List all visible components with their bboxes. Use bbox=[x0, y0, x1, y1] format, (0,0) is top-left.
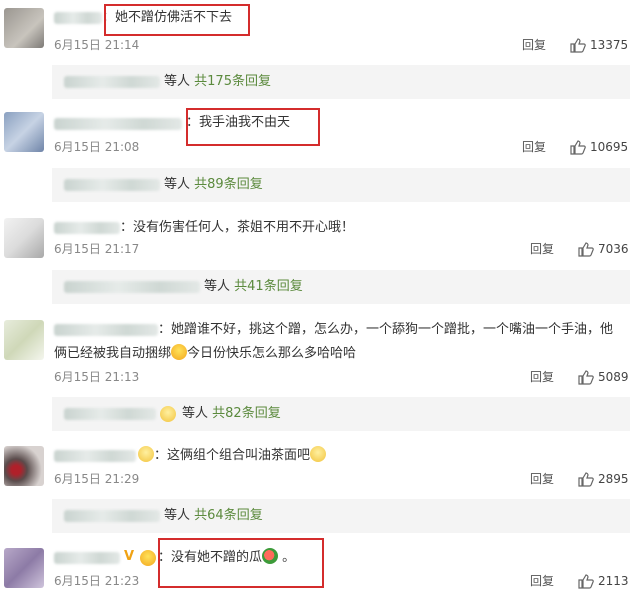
reply-button[interactable]: 回复 bbox=[530, 369, 554, 385]
comment-time: 6月15日 21:23 bbox=[54, 574, 140, 588]
vip-badge: V bbox=[124, 549, 135, 564]
reply-button[interactable]: 回复 bbox=[530, 573, 554, 589]
sub-reply-summary: 等人 共89条回复 bbox=[164, 177, 263, 193]
comment-time: 6月15日 21:17 bbox=[54, 242, 140, 256]
like-button[interactable]: 13375 bbox=[570, 37, 628, 53]
smile-emoji-icon bbox=[310, 446, 327, 462]
comment-text-part: 俩已经被我自动捆绑 bbox=[54, 346, 172, 361]
avatar[interactable] bbox=[4, 8, 44, 48]
sub-reply-summary: 等人 共175条回复 bbox=[164, 74, 271, 90]
comment-text-line2: 俩已经被我自动捆绑 今日份快乐怎么那么多哈哈哈 bbox=[54, 344, 356, 364]
like-button[interactable]: 7036 bbox=[578, 241, 629, 257]
sub-reply-count[interactable]: 共175条回复 bbox=[194, 74, 271, 89]
highlight-box bbox=[158, 538, 324, 588]
comment-text: ：没有伤害任何人，茶姐不用不开心哦！ bbox=[120, 220, 355, 235]
username[interactable] bbox=[64, 179, 160, 191]
sub-reply-prefix: 等人 bbox=[164, 508, 191, 523]
username[interactable] bbox=[54, 12, 102, 24]
highlight-box bbox=[186, 108, 320, 146]
sub-reply-count[interactable]: 共89条回复 bbox=[194, 177, 263, 192]
highlight-box bbox=[104, 4, 250, 36]
avatar[interactable] bbox=[4, 112, 44, 152]
username[interactable] bbox=[64, 510, 160, 522]
username[interactable] bbox=[54, 324, 158, 336]
sub-reply-prefix: 等人 bbox=[164, 177, 191, 192]
comment-text: ：这俩组个组合叫油茶面吧 bbox=[154, 448, 311, 463]
sub-reply-count[interactable]: 共82条回复 bbox=[212, 406, 281, 421]
username[interactable] bbox=[54, 222, 120, 234]
username[interactable] bbox=[54, 450, 136, 462]
comment-time: 6月15日 21:29 bbox=[54, 472, 140, 486]
reply-button[interactable]: 回复 bbox=[522, 37, 546, 53]
reply-button[interactable]: 回复 bbox=[530, 471, 554, 487]
username[interactable] bbox=[64, 76, 160, 88]
comment-text-line1: ：她蹭谁不好，挑这个蹭，怎么办，一个舔狗一个蹭批，一个嘴油一个手油，他 bbox=[158, 322, 614, 337]
sub-reply-count[interactable]: 共41条回复 bbox=[234, 279, 303, 294]
username[interactable] bbox=[54, 118, 182, 130]
sub-reply-summary: 等人 共64条回复 bbox=[164, 508, 263, 524]
sub-reply-summary: 等人 共41条回复 bbox=[204, 279, 303, 295]
sub-reply-summary: 等人 共82条回复 bbox=[182, 406, 281, 422]
thumbs-up-icon bbox=[578, 471, 594, 487]
thumbs-up-icon bbox=[578, 369, 594, 385]
emoji-icon bbox=[140, 550, 156, 566]
thumbs-up-icon bbox=[570, 37, 586, 53]
like-button[interactable]: 10695 bbox=[570, 139, 628, 155]
sub-reply-bar[interactable]: 等人 共89条回复 bbox=[52, 168, 630, 202]
comment-text-line: ：这俩组个组合叫油茶面吧 bbox=[138, 446, 327, 466]
sub-reply-prefix: 等人 bbox=[164, 74, 191, 89]
comment-time: 6月15日 21:08 bbox=[54, 140, 140, 154]
like-count: 7036 bbox=[598, 242, 629, 256]
sub-reply-prefix: 等人 bbox=[182, 406, 209, 421]
like-count: 13375 bbox=[590, 38, 629, 52]
emoji-icon bbox=[138, 446, 154, 462]
thumbs-up-icon bbox=[578, 573, 594, 589]
thumbs-up-icon bbox=[570, 139, 586, 155]
username[interactable] bbox=[64, 408, 156, 420]
sub-reply-prefix: 等人 bbox=[204, 279, 231, 294]
sub-reply-count[interactable]: 共64条回复 bbox=[194, 508, 263, 523]
like-button[interactable]: 2113 bbox=[578, 573, 629, 589]
like-count: 2113 bbox=[598, 574, 629, 588]
sub-reply-bar[interactable]: 等人 共82条回复 bbox=[52, 397, 630, 431]
like-count: 5089 bbox=[598, 370, 629, 384]
username[interactable] bbox=[64, 281, 200, 293]
comment-time: 6月15日 21:13 bbox=[54, 370, 140, 384]
username[interactable] bbox=[54, 552, 120, 564]
avatar[interactable] bbox=[4, 218, 44, 258]
like-button[interactable]: 5089 bbox=[578, 369, 629, 385]
like-count: 2895 bbox=[598, 472, 629, 486]
laugh-emoji-icon bbox=[171, 344, 188, 360]
like-button[interactable]: 2895 bbox=[578, 471, 629, 487]
like-count: 10695 bbox=[590, 140, 629, 154]
comment-text-part: 今日份快乐怎么那么多哈哈哈 bbox=[187, 346, 357, 361]
reply-button[interactable]: 回复 bbox=[530, 241, 554, 257]
comment-time: 6月15日 21:14 bbox=[54, 38, 140, 52]
avatar[interactable] bbox=[4, 548, 44, 588]
reply-button[interactable]: 回复 bbox=[522, 139, 546, 155]
sub-reply-bar[interactable]: 等人 共175条回复 bbox=[52, 65, 630, 99]
sub-reply-bar[interactable]: 等人 共41条回复 bbox=[52, 270, 630, 304]
emoji-icon bbox=[160, 406, 176, 422]
avatar[interactable] bbox=[4, 320, 44, 360]
sub-reply-bar[interactable]: 等人 共64条回复 bbox=[52, 499, 630, 533]
avatar[interactable] bbox=[4, 446, 44, 486]
thumbs-up-icon bbox=[578, 241, 594, 257]
